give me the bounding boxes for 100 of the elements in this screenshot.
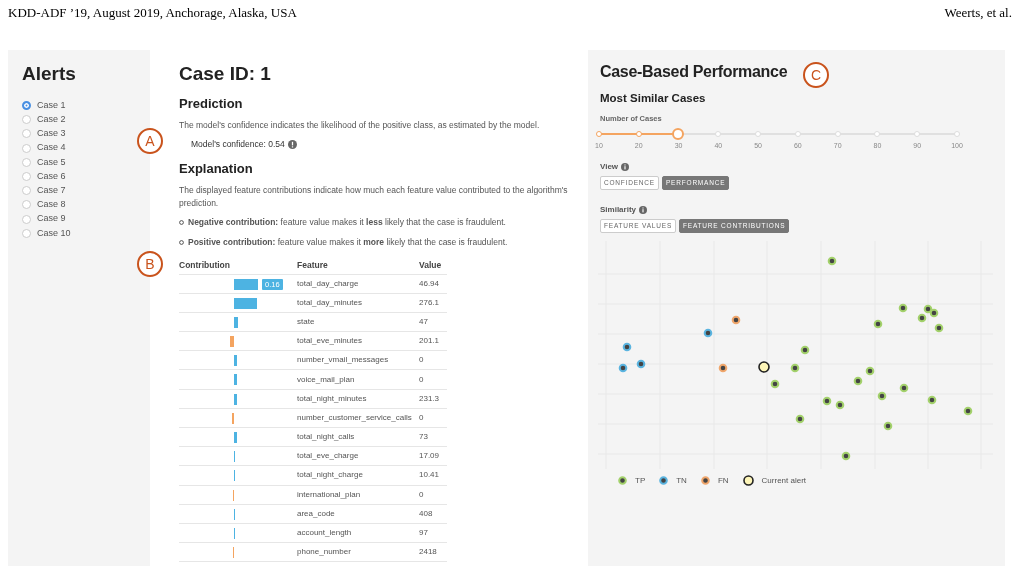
radio-button[interactable] (22, 157, 31, 167)
data-point[interactable] (877, 391, 887, 400)
legend-label: FN (717, 474, 729, 487)
contribution-bar (234, 355, 237, 367)
data-point[interactable] (800, 345, 810, 354)
contribution-bar (234, 278, 258, 290)
data-point[interactable] (703, 328, 713, 337)
contribution-bar (234, 432, 237, 443)
data-point[interactable] (731, 315, 741, 324)
radio-button[interactable] (22, 143, 31, 153)
data-point[interactable] (618, 363, 628, 372)
description-text: The model's confidence indicates the likelihood of the positive class, as estimated by the model. (179, 119, 541, 132)
table-cell-text: total_eve_minutes (297, 335, 363, 348)
data-point[interactable] (963, 406, 973, 415)
section-heading: Explanation (179, 159, 254, 178)
case-radio[interactable]: Case 9 (22, 212, 68, 227)
info-icon[interactable] (639, 205, 647, 214)
case-radio[interactable]: Case 8 (22, 197, 68, 212)
data-point[interactable] (917, 313, 927, 322)
table-cell-text: state (297, 315, 316, 328)
radio-button[interactable] (22, 228, 31, 238)
data-point[interactable] (934, 323, 944, 332)
table-cell-text: total_night_minutes (297, 392, 368, 405)
radio-button[interactable] (22, 186, 31, 196)
data-point[interactable] (927, 395, 937, 404)
bullet-icon (179, 239, 184, 245)
data-point[interactable] (790, 363, 800, 372)
info-icon[interactable] (621, 162, 630, 171)
bullet-text: Positive contribution: feature value makes it more likely that the case is fraudulent. (188, 235, 508, 249)
table-cell-text: account_length (297, 527, 353, 540)
table-cell-text: total_night_calls (297, 431, 356, 444)
contribution-bar (230, 336, 234, 348)
table-cell-text: phone_number (297, 546, 352, 559)
table-cell: 0 (419, 354, 424, 367)
data-point[interactable] (923, 304, 933, 313)
case-radio[interactable]: Case 4 (22, 141, 68, 156)
data-point[interactable] (899, 383, 909, 392)
table-cell: 17.09 (419, 450, 440, 463)
case-radio[interactable]: Case 6 (22, 169, 68, 184)
data-point[interactable] (770, 379, 780, 388)
data-point[interactable] (718, 363, 728, 372)
case-radio[interactable]: Case 3 (22, 126, 68, 142)
data-point[interactable] (827, 256, 837, 265)
slider-stop[interactable] (834, 130, 841, 137)
case-radio[interactable]: Case 2 (22, 112, 68, 127)
panel-title: Alerts (22, 62, 77, 86)
data-point[interactable] (929, 308, 939, 317)
contribution-bar (234, 316, 238, 328)
slider-stop[interactable] (914, 130, 921, 137)
data-point[interactable] (835, 400, 845, 409)
case-radio[interactable]: Case 10 (22, 226, 73, 241)
column-header: Value (419, 258, 442, 272)
slider-stop[interactable] (954, 130, 960, 137)
table-cell: 201.1 (419, 335, 440, 348)
radio-button[interactable] (22, 101, 31, 111)
table-cell-text: number_customer_service_calls (297, 411, 413, 424)
radio-button[interactable] (22, 115, 31, 125)
case-radio[interactable]: Case 5 (22, 155, 68, 170)
data-point[interactable] (873, 319, 883, 328)
section-heading: Prediction (179, 94, 244, 113)
table-cell: 231.3 (419, 392, 440, 405)
data-point[interactable] (853, 376, 863, 385)
slider-stop[interactable] (715, 130, 722, 137)
data-point[interactable] (841, 451, 851, 460)
radio-button[interactable] (22, 200, 31, 210)
table-cell-text: number_vmail_messages (297, 354, 390, 367)
data-point[interactable] (795, 414, 805, 423)
legend-ring-icon (742, 475, 754, 486)
table-cell: 46.94 (419, 277, 440, 290)
table-cell-text: total_eve_charge (297, 450, 360, 463)
slider-stop[interactable] (794, 130, 801, 137)
data-point[interactable] (883, 421, 893, 430)
table-cell-text: voice_mail_plan (297, 373, 356, 386)
data-point[interactable] (622, 342, 632, 351)
panel-title: Case-Based Performance (600, 62, 788, 82)
current-alert-point[interactable] (758, 360, 770, 373)
slider-stop[interactable] (596, 130, 602, 137)
slider-thumb[interactable] (672, 127, 685, 140)
radio-button[interactable] (22, 214, 31, 224)
slider-stop[interactable] (874, 130, 881, 137)
radio-button[interactable] (22, 172, 31, 182)
author-header: Weerts, et al. (944, 4, 1012, 22)
slider-stop[interactable] (635, 130, 642, 137)
table-cell: 408 (419, 507, 433, 520)
data-point[interactable] (822, 396, 832, 405)
column-header: Feature (297, 258, 329, 272)
table-cell: 97 (419, 527, 428, 540)
table-cell: 10.41 (419, 469, 440, 482)
table-cell-text: international_plan (297, 488, 362, 501)
data-point[interactable] (898, 303, 908, 312)
case-radio[interactable]: Case 1 (22, 98, 68, 113)
radio-button[interactable] (22, 129, 31, 139)
data-point[interactable] (865, 366, 875, 375)
data-point[interactable] (636, 359, 646, 368)
table-cell: 73 (419, 431, 428, 444)
table-cell: 47 (419, 315, 428, 328)
slider-stop[interactable] (755, 130, 762, 137)
legend-label: TN (676, 474, 687, 487)
case-radio[interactable]: Case 7 (22, 183, 68, 198)
info-icon[interactable] (287, 139, 297, 149)
